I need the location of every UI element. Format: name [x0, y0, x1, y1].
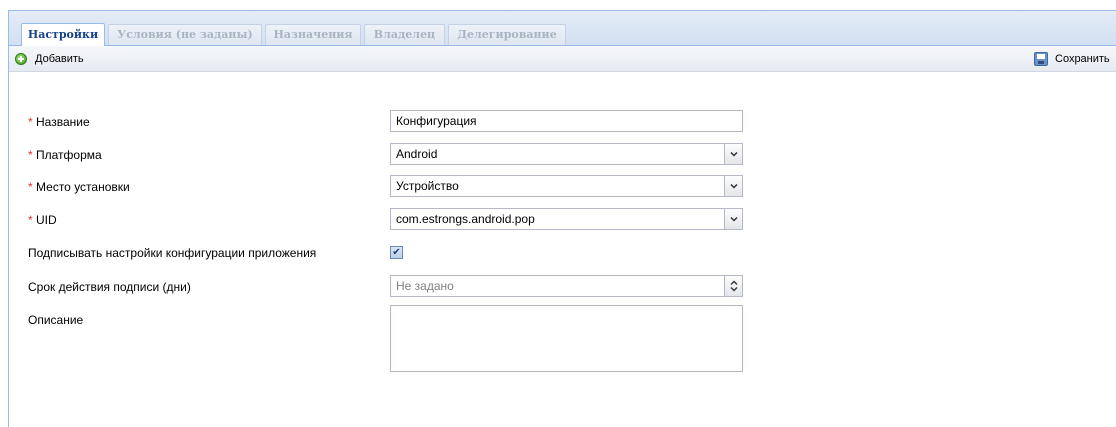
save-button-label: Сохранить	[1055, 53, 1110, 65]
sign-settings-label: Подписывать настройки конфигурации прило…	[28, 246, 317, 260]
platform-label: * Платформа	[28, 148, 102, 162]
chevron-down-icon[interactable]	[724, 209, 742, 229]
add-button[interactable]: Добавить	[15, 46, 84, 72]
tab-settings[interactable]: Настройки	[21, 23, 105, 46]
signature-validity-field[interactable]: Не задано	[390, 275, 743, 297]
chevron-down-icon[interactable]	[724, 176, 742, 196]
description-label: Описание	[28, 313, 84, 327]
uid-label: * UID	[28, 213, 57, 227]
sign-settings-checkbox[interactable]: ✔	[390, 246, 403, 259]
tab-assignments[interactable]: Назначения	[265, 24, 361, 45]
uid-select[interactable]: com.estrongs.android.pop	[390, 208, 743, 230]
chevron-down-icon[interactable]	[724, 144, 742, 164]
spinner-arrows-icon[interactable]	[724, 276, 742, 296]
add-circle-icon	[15, 53, 27, 65]
tab-conditions[interactable]: Условия (не заданы)	[108, 24, 262, 45]
tab-bar: Настройки Условия (не заданы) Назначения…	[9, 11, 1116, 46]
tab-owner[interactable]: Владелец	[364, 24, 445, 45]
platform-select[interactable]: Android	[390, 143, 743, 165]
checkmark-icon: ✔	[392, 246, 401, 258]
name-label: * Название	[28, 115, 90, 129]
required-mark: *	[28, 115, 33, 129]
install-location-label: * Место установки	[28, 180, 130, 194]
save-disk-icon	[1034, 52, 1048, 66]
add-button-label: Добавить	[35, 53, 84, 65]
required-mark: *	[28, 180, 33, 194]
install-location-select[interactable]: Устройство	[390, 175, 743, 197]
description-textarea[interactable]	[390, 305, 743, 372]
required-mark: *	[28, 148, 33, 162]
signature-validity-label: Срок действия подписи (дни)	[28, 280, 191, 294]
toolbar: Добавить Сохранить	[9, 46, 1116, 72]
required-mark: *	[28, 213, 33, 227]
name-field[interactable]: Конфигурация	[390, 110, 743, 132]
save-button[interactable]: Сохранить	[1034, 46, 1110, 72]
tab-delegation[interactable]: Делегирование	[448, 24, 566, 45]
